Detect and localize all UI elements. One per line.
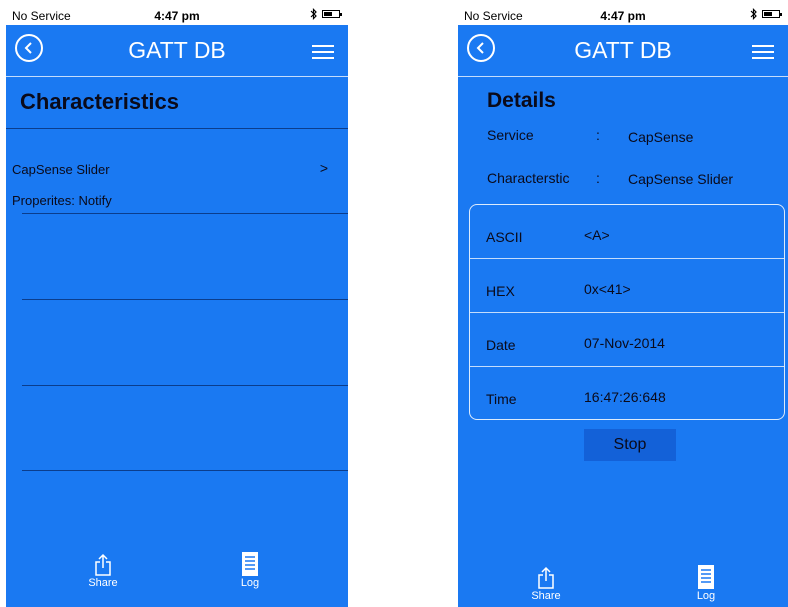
chevron-right-icon[interactable]: > — [320, 160, 328, 176]
status-bar: No Service 4:47 pm — [458, 5, 788, 25]
share-label: Share — [88, 577, 118, 589]
nav-title: GATT DB — [128, 37, 226, 63]
service-colon: : — [596, 127, 600, 143]
row-divider — [22, 470, 348, 471]
menu-icon — [312, 45, 334, 47]
row-divider — [22, 213, 348, 214]
clock: 4:47 pm — [600, 9, 646, 23]
ascii-row: ASCII <A> — [470, 205, 784, 258]
status-icons — [310, 8, 342, 20]
clock: 4:47 pm — [154, 9, 200, 23]
characteristic-colon: : — [596, 170, 600, 186]
nav-divider — [6, 76, 348, 77]
row-value: 0x<41> — [584, 281, 631, 297]
menu-button[interactable] — [752, 45, 774, 59]
row-label: Date — [486, 337, 516, 353]
log-tab[interactable]: Log — [676, 558, 736, 602]
battery-icon — [762, 10, 782, 18]
share-tab[interactable]: Share — [73, 545, 133, 589]
row-divider — [22, 385, 348, 386]
menu-icon — [752, 45, 774, 47]
nav-bar: GATT DB — [458, 25, 788, 77]
row-label: Time — [486, 391, 517, 407]
characteristic-name[interactable]: CapSense Slider — [12, 162, 110, 177]
characteristic-properties: Properites: Notify — [12, 193, 112, 208]
log-label: Log — [240, 577, 260, 589]
nav-bar: GATT DB — [6, 25, 348, 77]
bluetooth-icon — [310, 8, 317, 20]
menu-button[interactable] — [312, 45, 334, 59]
characteristics-screen: No Service 4:47 pm GATT DB Characteristi… — [6, 5, 348, 607]
row-value: <A> — [584, 227, 610, 243]
battery-icon — [322, 10, 342, 18]
nav-title: GATT DB — [574, 37, 672, 63]
row-label: ASCII — [486, 229, 523, 245]
date-row: Date 07-Nov-2014 — [470, 313, 784, 366]
hex-row: HEX 0x<41> — [470, 259, 784, 312]
section-title: Characteristics — [20, 89, 179, 114]
service-label: Service — [487, 127, 534, 143]
share-icon — [538, 566, 554, 589]
characteristic-label: Characterstic — [487, 170, 570, 186]
details-title: Details — [487, 89, 556, 112]
log-icon — [698, 565, 714, 589]
stop-button[interactable]: Stop — [584, 429, 676, 461]
service-value: CapSense — [628, 129, 694, 145]
log-icon — [242, 552, 258, 576]
row-label: HEX — [486, 283, 515, 299]
section-divider — [6, 128, 348, 129]
share-icon — [95, 553, 111, 576]
row-value: 16:47:26:648 — [584, 389, 666, 405]
status-bar: No Service 4:47 pm — [6, 5, 348, 25]
share-label: Share — [531, 590, 561, 602]
row-value: 07-Nov-2014 — [584, 335, 665, 351]
details-screen: No Service 4:47 pm GATT DB Details Servi… — [458, 5, 788, 607]
row-divider — [22, 299, 348, 300]
log-tab[interactable]: Log — [220, 545, 280, 589]
time-row: Time 16:47:26:648 — [470, 367, 784, 420]
detail-values-box: ASCII <A> HEX 0x<41> Date 07-Nov-2014 Ti… — [469, 204, 785, 420]
nav-divider — [458, 76, 788, 77]
share-tab[interactable]: Share — [516, 558, 576, 602]
status-icons — [750, 8, 782, 20]
bluetooth-icon — [750, 8, 757, 20]
characteristic-value: CapSense Slider — [628, 171, 734, 187]
log-label: Log — [696, 590, 716, 602]
